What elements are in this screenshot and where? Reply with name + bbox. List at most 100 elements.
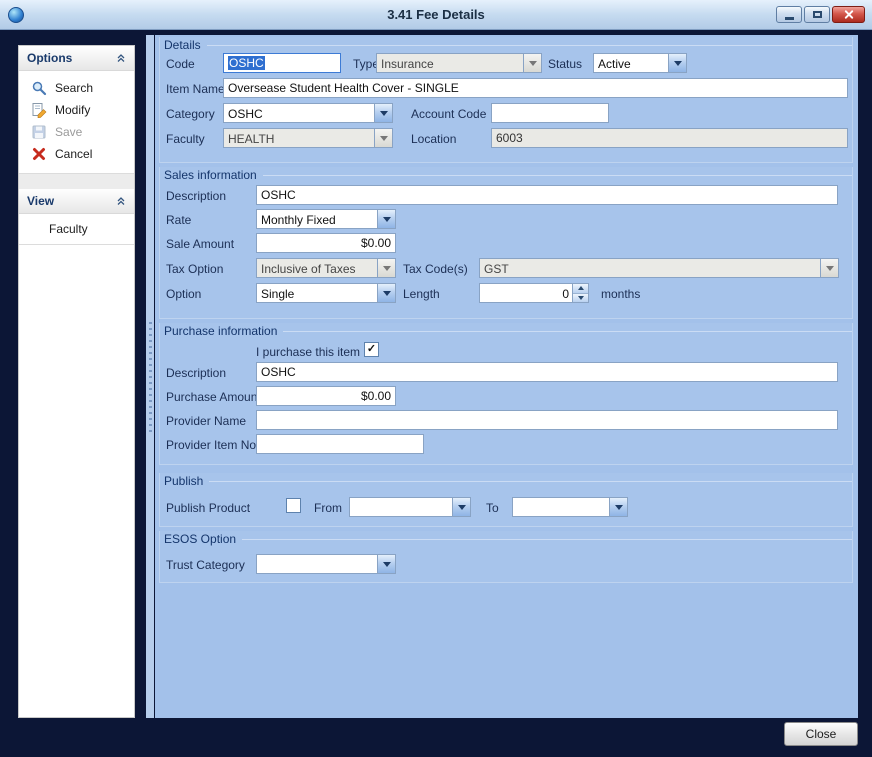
- publish-group-title: Publish: [160, 474, 209, 488]
- code-selected-text: OSHC: [228, 56, 265, 70]
- rate-dropdown[interactable]: Monthly Fixed: [256, 209, 396, 229]
- length-spinner[interactable]: 0: [479, 283, 589, 303]
- close-window-button[interactable]: [832, 6, 865, 23]
- sales-description-label: Description: [166, 189, 226, 203]
- account-code-input[interactable]: [491, 103, 609, 123]
- spin-down-icon[interactable]: [573, 294, 588, 303]
- sale-amount-label: Sale Amount: [166, 237, 234, 251]
- group-caption-rule: [209, 481, 852, 482]
- spinner-buttons: [572, 284, 588, 302]
- save-icon: [31, 124, 47, 140]
- option-value: Single: [257, 284, 377, 302]
- options-header[interactable]: Options: [19, 46, 134, 71]
- type-value: Insurance: [377, 54, 523, 72]
- provider-item-no-label: Provider Item No: [166, 438, 256, 452]
- provider-item-no-input[interactable]: [256, 434, 424, 454]
- publish-from-dropdown[interactable]: [349, 497, 471, 517]
- spin-up-icon[interactable]: [573, 284, 588, 294]
- view-panel: View Faculty: [19, 189, 134, 245]
- publish-to-dropdown[interactable]: [512, 497, 628, 517]
- sidebar-item-modify[interactable]: Modify: [19, 99, 134, 121]
- sidebar-item-label: Cancel: [55, 147, 92, 161]
- window-controls: [776, 6, 865, 23]
- collapse-chevron-icon[interactable]: [116, 196, 126, 206]
- publish-to-value: [513, 498, 609, 516]
- app-icon: [8, 7, 24, 23]
- sidebar: Options Search Modify: [18, 45, 135, 718]
- tax-option-dropdown[interactable]: Inclusive of Taxes: [256, 258, 396, 278]
- window-title: 3.41 Fee Details: [387, 7, 485, 22]
- length-value: 0: [480, 284, 572, 302]
- rate-label: Rate: [166, 213, 191, 227]
- grip-dots-icon: [149, 322, 152, 432]
- item-name-input[interactable]: [223, 78, 848, 98]
- chevron-down-icon: [820, 259, 838, 277]
- tax-codes-label: Tax Code(s): [403, 262, 468, 276]
- status-label: Status: [548, 57, 582, 71]
- group-caption-rule: [283, 331, 852, 332]
- status-dropdown[interactable]: Active: [593, 53, 687, 73]
- trust-category-value: [257, 555, 377, 573]
- maximize-icon: [813, 11, 822, 18]
- sales-description-input[interactable]: [256, 185, 838, 205]
- esos-group: ESOS Option Trust Category: [159, 531, 853, 583]
- trust-category-dropdown[interactable]: [256, 554, 396, 574]
- tax-option-value: Inclusive of Taxes: [257, 259, 377, 277]
- purchase-group-title: Purchase information: [160, 324, 283, 338]
- options-panel: Options Search Modify: [19, 46, 134, 174]
- esos-group-title: ESOS Option: [160, 532, 242, 546]
- purchase-checkbox[interactable]: ✓: [364, 342, 379, 357]
- search-icon: [31, 80, 47, 96]
- purchase-check-label: I purchase this item: [256, 345, 360, 359]
- splitter-handle[interactable]: [146, 35, 154, 718]
- tax-codes-dropdown[interactable]: GST: [479, 258, 839, 278]
- sales-group: Sales information Description Rate Month…: [159, 167, 853, 319]
- purchase-description-input[interactable]: [256, 362, 838, 382]
- faculty-value: HEALTH: [224, 129, 374, 147]
- fee-details-form: Details Code OSHC Type Insurance Status …: [155, 35, 858, 718]
- sidebar-filler: [19, 245, 134, 717]
- title-bar: 3.41 Fee Details: [0, 0, 872, 30]
- view-item-faculty[interactable]: Faculty: [19, 214, 134, 244]
- options-title: Options: [27, 51, 116, 65]
- collapse-chevron-icon[interactable]: [116, 53, 126, 63]
- purchase-amount-input[interactable]: [256, 386, 396, 406]
- sidebar-item-label: Search: [55, 81, 93, 95]
- code-input[interactable]: OSHC: [223, 53, 341, 73]
- sidebar-item-label: Modify: [55, 103, 90, 117]
- view-title: View: [27, 194, 116, 208]
- provider-name-input[interactable]: [256, 410, 838, 430]
- sale-amount-input[interactable]: [256, 233, 396, 253]
- chevron-down-icon: [374, 129, 392, 147]
- publish-group: Publish Publish Product From To: [159, 473, 853, 527]
- view-header[interactable]: View: [19, 189, 134, 214]
- category-label: Category: [166, 107, 215, 121]
- option-label: Option: [166, 287, 201, 301]
- close-button[interactable]: Close: [784, 722, 858, 746]
- cancel-icon: [31, 146, 47, 162]
- purchase-amount-label: Purchase Amount: [166, 390, 261, 404]
- publish-from-label: From: [314, 501, 342, 515]
- maximize-button[interactable]: [804, 6, 830, 23]
- option-dropdown[interactable]: Single: [256, 283, 396, 303]
- type-dropdown[interactable]: Insurance: [376, 53, 542, 73]
- provider-name-label: Provider Name: [166, 414, 246, 428]
- sidebar-item-cancel[interactable]: Cancel: [19, 143, 134, 165]
- purchase-group: Purchase information I purchase this ite…: [159, 323, 853, 465]
- account-code-label: Account Code: [411, 107, 486, 121]
- chevron-down-icon: [374, 104, 392, 122]
- minimize-button[interactable]: [776, 6, 802, 23]
- options-items: Search Modify Save Cancel: [19, 71, 134, 173]
- faculty-label: Faculty: [166, 132, 205, 146]
- category-dropdown[interactable]: OSHC: [223, 103, 393, 123]
- publish-product-label: Publish Product: [166, 501, 250, 515]
- location-label: Location: [411, 132, 456, 146]
- faculty-dropdown[interactable]: HEALTH: [223, 128, 393, 148]
- tax-codes-value: GST: [480, 259, 820, 277]
- chevron-down-icon: [377, 259, 395, 277]
- sidebar-item-search[interactable]: Search: [19, 77, 134, 99]
- details-group-title: Details: [160, 38, 207, 52]
- close-icon: [843, 9, 854, 20]
- length-unit-label: months: [601, 287, 640, 301]
- publish-product-checkbox[interactable]: [286, 498, 301, 513]
